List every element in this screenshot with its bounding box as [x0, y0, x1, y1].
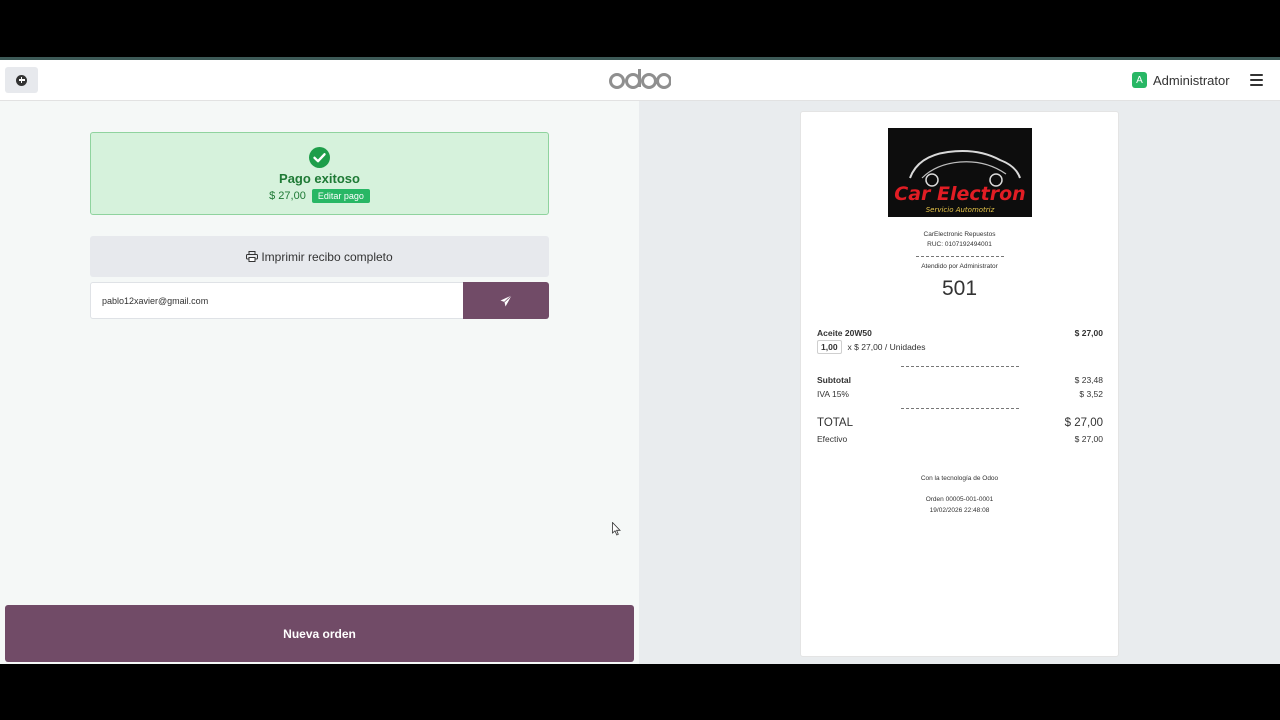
odoo-logo: [609, 69, 671, 89]
receipt: Car Electron Servicio Automotriz CarElec…: [800, 111, 1119, 657]
plus-circle-icon: [16, 74, 27, 86]
video-letterbox-bottom: [0, 664, 1280, 720]
send-email-button[interactable]: [463, 282, 549, 319]
total-label: TOTAL: [817, 417, 853, 429]
receipt-company-name: CarElectronic Repuestos: [923, 231, 996, 238]
receipt-ruc: RUC: 0107192494001: [927, 241, 992, 248]
payment-pane: Pago exitoso $ 27,00 Editar pago Imprimi…: [0, 101, 639, 664]
cash-label: Efectivo: [817, 434, 848, 444]
user-name: Administrator: [1153, 72, 1230, 88]
new-order-tab-button[interactable]: [5, 67, 38, 93]
success-title: Pago exitoso: [279, 171, 360, 186]
svg-text:Car Electron: Car Electron: [894, 183, 1025, 205]
tax-label: IVA 15%: [817, 389, 849, 399]
payment-success-banner: Pago exitoso $ 27,00 Editar pago: [90, 132, 549, 215]
receipt-served-by: Atendido por Administrator: [921, 263, 998, 270]
receipt-divider: [901, 366, 1019, 367]
receipt-product-line: Aceite 20W50 $ 27,00: [817, 328, 1103, 338]
company-logo: Car Electron Servicio Automotriz: [888, 128, 1032, 217]
print-full-receipt-button[interactable]: Imprimir recibo completo: [90, 236, 549, 277]
subtotal-value: $ 23,48: [1074, 375, 1103, 385]
tax-value: $ 3,52: [1079, 389, 1103, 399]
product-total: $ 27,00: [1074, 328, 1103, 338]
email-receipt-row: [90, 282, 549, 319]
subtotal-label: Subtotal: [817, 375, 851, 385]
receipt-order-number: 501: [941, 277, 978, 300]
receipt-divider: [916, 256, 1004, 257]
receipt-tax-line: IVA 15% $ 3,52: [817, 389, 1103, 399]
svg-text:Servicio Automotriz: Servicio Automotriz: [926, 206, 995, 214]
avatar: A: [1132, 72, 1147, 88]
receipt-subtotal-line: Subtotal $ 23,48: [817, 375, 1103, 385]
check-circle-icon: [309, 147, 330, 168]
edit-payment-button[interactable]: Editar pago: [311, 189, 370, 203]
receipt-datetime: 19/02/2026 22:48:08: [929, 507, 990, 514]
product-qty: 1,00: [817, 340, 842, 354]
new-order-button[interactable]: Nueva orden: [5, 605, 634, 662]
receipt-order-ref: Orden 00005-001-0001: [925, 496, 994, 503]
receipt-powered-by: Con la tecnología de Odoo: [920, 475, 999, 482]
mouse-cursor-icon: [612, 522, 621, 536]
cash-value: $ 27,00: [1074, 434, 1103, 444]
receipt-cash-line: Efectivo $ 27,00: [817, 434, 1103, 444]
total-value: $ 27,00: [1064, 417, 1103, 429]
paid-amount: $ 27,00: [269, 190, 306, 202]
receipt-divider: [901, 408, 1019, 409]
email-input[interactable]: [90, 282, 463, 319]
user-menu[interactable]: A Administrator: [1132, 71, 1230, 89]
receipt-preview-pane: Car Electron Servicio Automotriz CarElec…: [639, 101, 1280, 664]
receipt-product-qty-row: 1,00 x $ 27,00 / Unidades: [817, 340, 926, 354]
product-unit-price: x $ 27,00 / Unidades: [847, 342, 926, 352]
paper-plane-icon: [500, 294, 512, 306]
pos-navbar: A Administrator: [0, 60, 1280, 101]
receipt-total-line: TOTAL $ 27,00: [817, 417, 1103, 429]
product-name: Aceite 20W50: [817, 328, 872, 338]
print-button-label: Imprimir recibo completo: [261, 249, 393, 264]
printer-icon: [246, 251, 259, 262]
video-letterbox-top: [0, 0, 1280, 57]
hamburger-menu-icon[interactable]: [1250, 74, 1263, 86]
